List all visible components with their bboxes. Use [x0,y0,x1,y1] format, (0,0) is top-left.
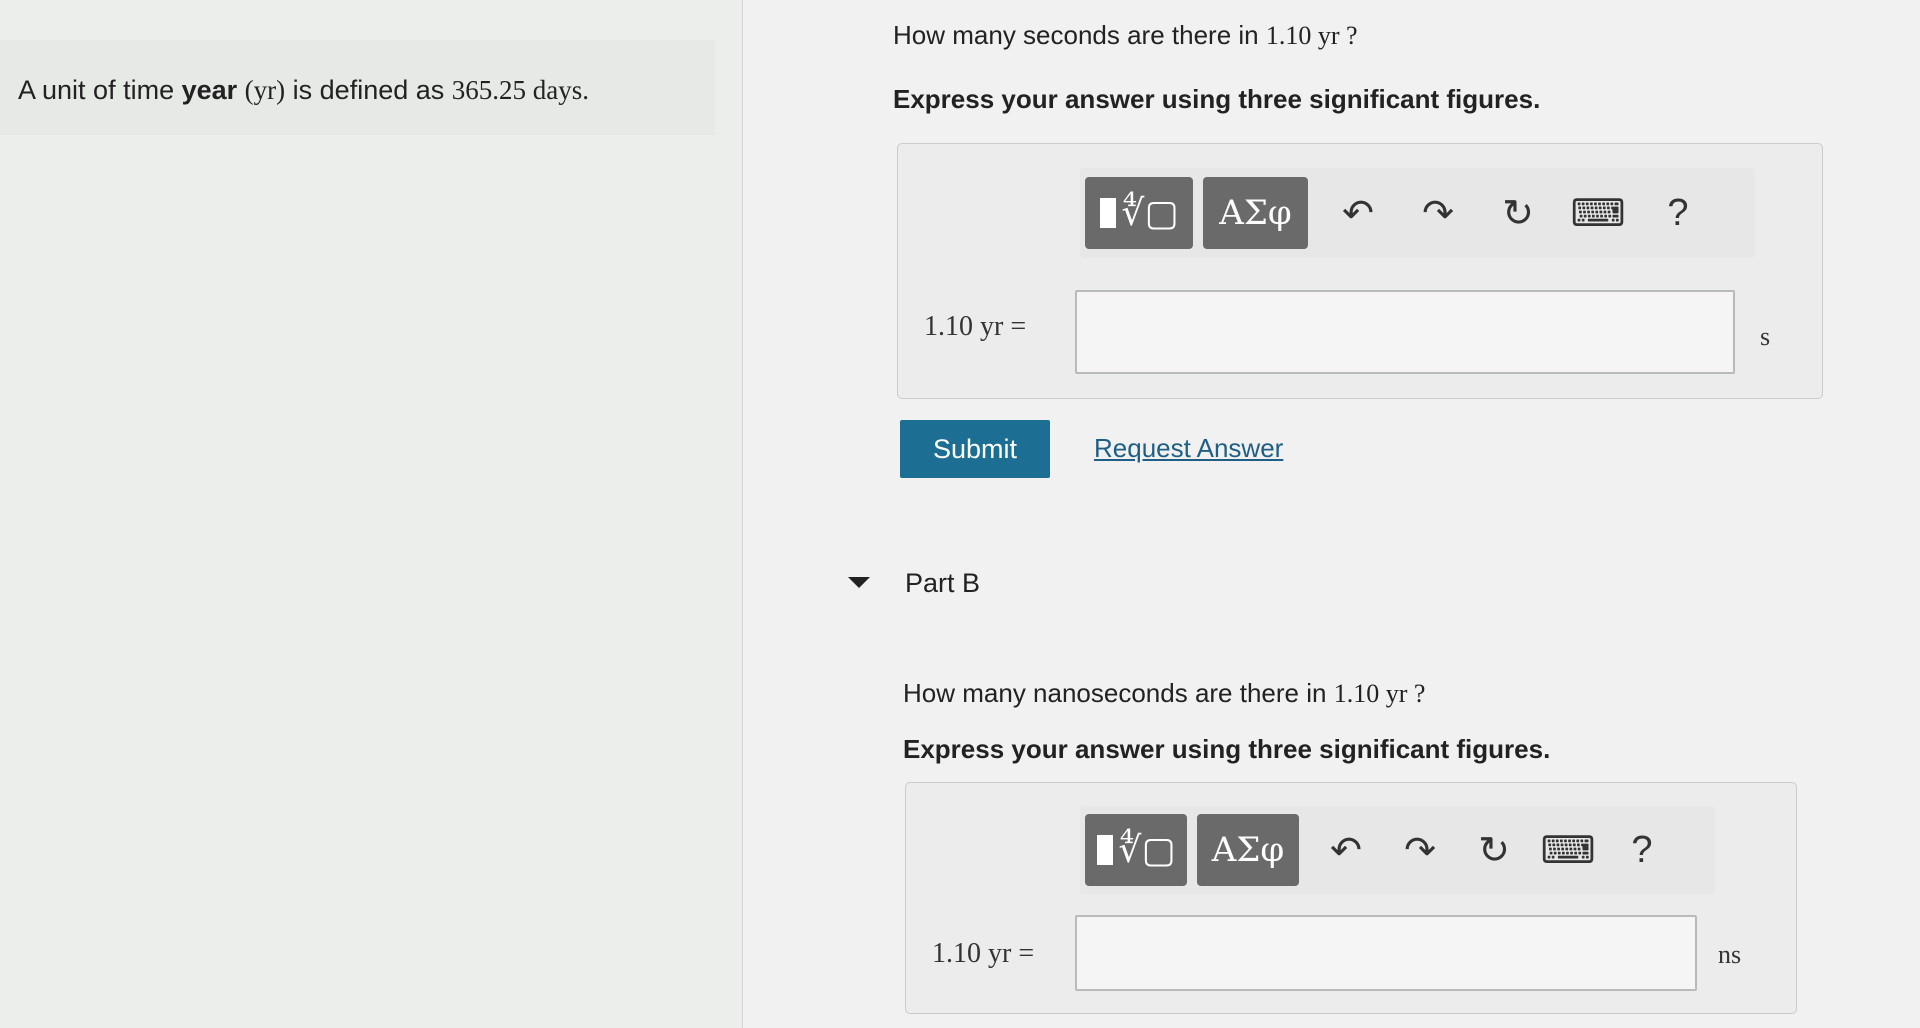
submit-button[interactable]: Submit [900,420,1050,478]
keyboard-icon[interactable]: ⌨ [1531,814,1605,886]
templates-button[interactable]: ∜▢ [1085,177,1193,249]
keyboard-icon[interactable]: ⌨ [1558,177,1638,249]
problem-statement: A unit of time year (yr) is defined as 3… [18,75,590,105]
problem-pane: A unit of time year (yr) is defined as 3… [0,0,742,1028]
request-answer-link[interactable]: Request Answer [1094,433,1283,464]
part-a-answer-input[interactable] [1075,290,1735,374]
help-icon[interactable]: ? [1638,177,1718,249]
sqrt-template-icon: ∜▢ [1099,193,1178,234]
part-a-toolbar: ∜▢ ΑΣφ ↶ ↷ ↻ ⌨ ? [1080,168,1755,258]
redo-icon[interactable]: ↷ [1383,814,1457,886]
undo-icon[interactable]: ↶ [1309,814,1383,886]
redo-icon[interactable]: ↷ [1398,177,1478,249]
part-b-unit: ns [1718,940,1742,969]
symbols-button[interactable]: ΑΣφ [1203,177,1308,249]
part-b-answer-input[interactable] [1075,915,1697,991]
part-b-title[interactable]: Part B [905,568,980,599]
collapse-caret-icon[interactable] [848,577,870,588]
part-a-equation-lhs: 1.10 yr = [924,311,1027,342]
part-b-equation-lhs: 1.10 yr = [932,938,1035,969]
templates-button[interactable]: ∜▢ [1085,814,1187,886]
reset-icon[interactable]: ↻ [1478,177,1558,249]
part-a-question: How many seconds are there in 1.10 yr ? [893,20,1358,50]
part-b-instruction: Express your answer using three signific… [903,734,1551,764]
part-a-unit: s [1760,322,1771,351]
help-icon[interactable]: ? [1605,814,1679,886]
undo-icon[interactable]: ↶ [1318,177,1398,249]
sqrt-template-icon: ∜▢ [1096,830,1175,871]
part-b-question: How many nanoseconds are there in 1.10 y… [903,678,1426,708]
part-b-toolbar: ∜▢ ΑΣφ ↶ ↷ ↻ ⌨ ? [1080,806,1715,894]
symbols-button[interactable]: ΑΣφ [1197,814,1299,886]
reset-icon[interactable]: ↻ [1457,814,1531,886]
part-a-instruction: Express your answer using three signific… [893,84,1541,114]
